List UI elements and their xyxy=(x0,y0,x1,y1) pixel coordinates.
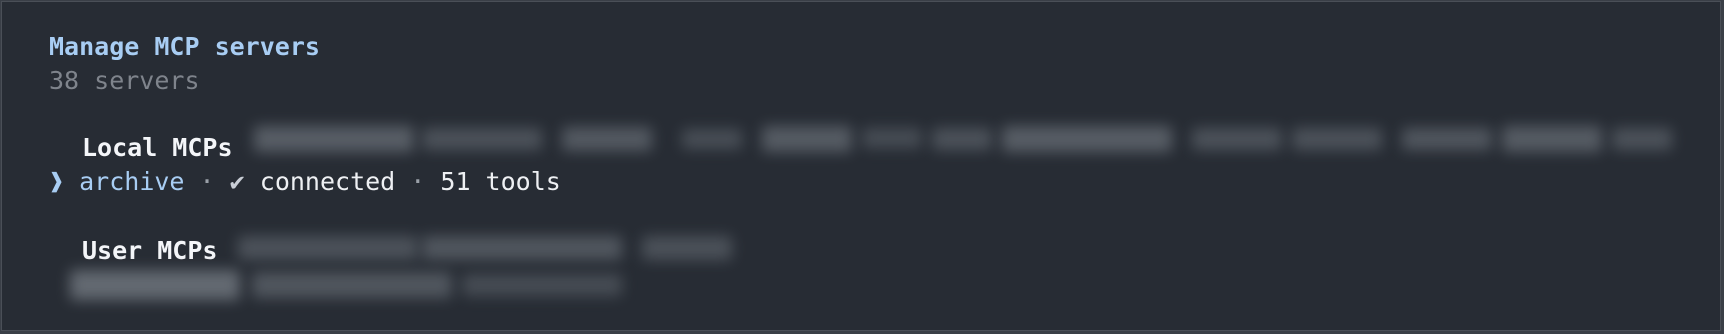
server-row-selected[interactable]: ❱ archive · ✔ connected · 51 tools xyxy=(49,165,561,199)
panel-title: Manage MCP servers xyxy=(49,32,320,61)
terminal-window: Manage MCP servers 38 servers Local MCPs… xyxy=(1,1,1721,331)
server-name[interactable]: archive xyxy=(79,167,184,196)
separator: · xyxy=(395,167,441,196)
selection-pointer-icon: ❱ xyxy=(49,167,65,196)
server-status: connected xyxy=(259,167,396,196)
server-count: 38 servers xyxy=(49,66,200,95)
user-mcps-heading: User MCPs xyxy=(82,236,218,265)
tools-count: 51 tools xyxy=(440,167,561,196)
local-mcps-heading: Local MCPs xyxy=(82,133,233,162)
separator: · xyxy=(184,167,230,196)
checkmark-icon: ✔ xyxy=(229,167,245,196)
